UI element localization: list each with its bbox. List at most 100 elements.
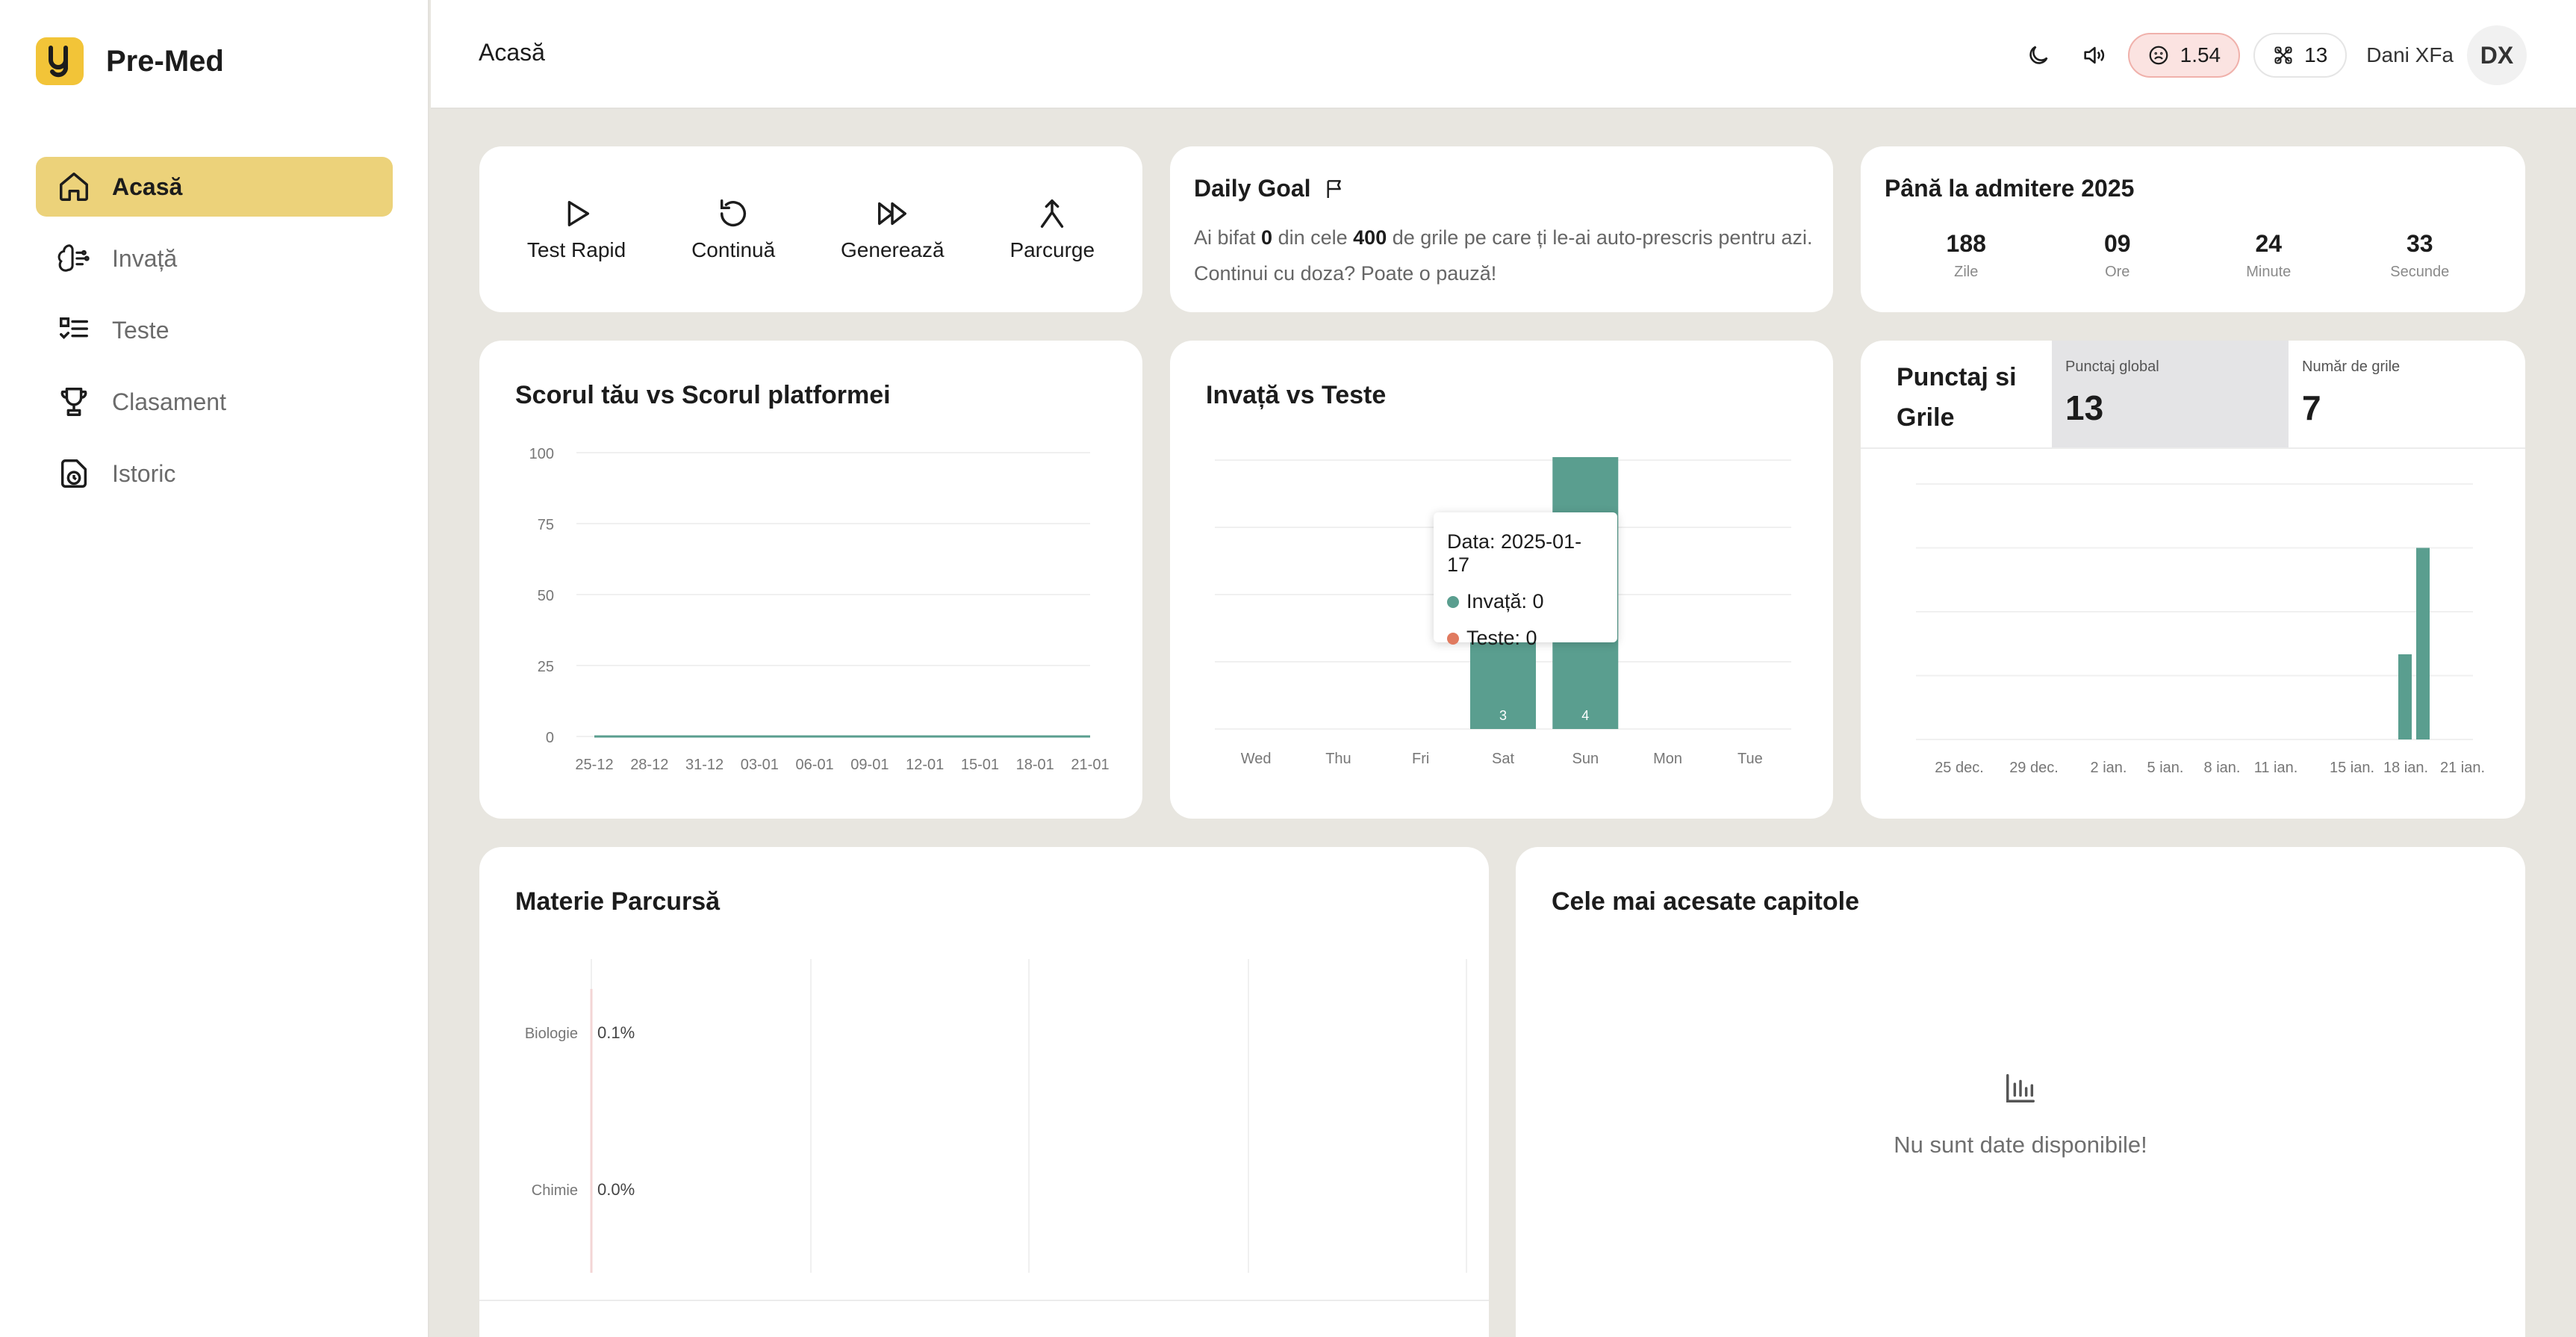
merge-icon <box>1041 199 1064 228</box>
x-tick-label: 21-01 <box>1071 757 1109 773</box>
countdown-card: Până la admitere 2025 188 Zile 09 Ore 24 Mi… <box>1861 146 2525 312</box>
score-value: 1.54 <box>2180 43 2221 66</box>
count-value: 13 <box>2304 43 2328 66</box>
x-tick-label: Fri <box>1412 751 1429 767</box>
tests-dot-icon <box>1447 632 1459 645</box>
x-tick-label: 12-01 <box>906 757 944 773</box>
subject-hbar-chart: Biologie 0.1% Chimie 0.0% <box>525 959 1467 1273</box>
x-tick-label: 06-01 <box>796 757 834 773</box>
top-chapters-card: Cele mai acesate capitole Nu sunt date d… <box>1516 847 2525 1337</box>
home-icon <box>60 173 88 201</box>
x-tick-label: Mon <box>1653 751 1682 767</box>
topbar: Acasă 1.54 13 Dani XFa DX <box>431 0 2576 109</box>
count-badge[interactable]: 13 <box>2253 33 2348 78</box>
browse-button[interactable]: Parcurge <box>1009 196 1095 262</box>
y-tick-label: Biologie <box>525 1026 578 1042</box>
tooltip-date: Data: 2025-01-17 <box>1447 530 1582 576</box>
topbar-actions: 1.54 13 Dani XFa DX <box>2017 25 2527 85</box>
sidebar-item-tests[interactable]: Teste <box>36 300 393 360</box>
brain-icon <box>57 244 90 272</box>
y-tick-label: 75 <box>538 517 554 533</box>
x-tick-label: 25-12 <box>575 757 613 773</box>
daily-goal-title: Daily Goal <box>1194 175 1347 202</box>
x-tick-label: 8 ian. <box>2204 760 2241 776</box>
daily-goal-title-text: Daily Goal <box>1194 175 1311 202</box>
bar-value-label: 0.1% <box>597 1023 635 1042</box>
y-tick-label: 100 <box>529 446 554 462</box>
sidebar-nav: Acasă Invață Teste Clasament Istoric <box>36 157 393 515</box>
learn-dot-icon <box>1447 595 1459 608</box>
x-tick-label: 18-01 <box>1016 757 1054 773</box>
daily-goal-text: Ai bifat 0 din cele 400 de grile pe care… <box>1194 220 1814 291</box>
moon-icon[interactable] <box>2017 34 2059 76</box>
x-tick-label: 15 ian. <box>2330 760 2374 776</box>
trophy-icon <box>60 388 87 416</box>
bar-value-label: 3 <box>1499 708 1507 723</box>
history-icon <box>60 459 87 488</box>
quick-test-button[interactable]: Test Rapid <box>527 196 626 262</box>
table-divider <box>479 1300 1489 1301</box>
x-tick-label: Sat <box>1492 751 1514 767</box>
sidebar-item-label: Clasament <box>112 388 226 415</box>
x-tick-label: Tue <box>1737 751 1763 767</box>
continue-button[interactable]: Continuă <box>691 196 775 262</box>
score-badge[interactable]: 1.54 <box>2127 33 2241 78</box>
points-card: Punctaj si Grile Punctaj global 13 Număr… <box>1861 341 2525 819</box>
bar <box>2398 654 2412 739</box>
goal-text-part: Ai bifat <box>1194 226 1262 249</box>
countdown-value: 188 <box>1946 230 1986 257</box>
x-tick-label: Wed <box>1241 751 1272 767</box>
goal-text-part: din cele <box>1272 226 1354 249</box>
x-tick-label: 21 ian. <box>2440 760 2485 776</box>
x-tick-label: Sun <box>1572 751 1599 767</box>
countdown-days: 188 Zile <box>1906 230 2026 281</box>
countdown-label: Minute <box>2246 264 2292 280</box>
x-tick-label: 11 ian. <box>2254 760 2298 776</box>
bar-chart-icon <box>2006 1074 2035 1102</box>
countdown-minutes: 24 Minute <box>2209 230 2328 281</box>
goal-target: 400 <box>1353 226 1387 249</box>
empty-state: Nu sunt date disponibile! <box>1516 1071 2525 1158</box>
daily-goal-card: Daily Goal Ai bifat 0 din cele 400 de gr… <box>1170 146 1833 312</box>
countdown-value: 09 <box>2103 230 2131 257</box>
generate-button[interactable]: Generează <box>841 196 945 262</box>
sidebar-item-label: Istoric <box>112 459 176 487</box>
x-tick-label: 2 ian. <box>2091 760 2127 776</box>
countdown-label: Ore <box>2105 264 2130 280</box>
sidebar-item-ranking[interactable]: Clasament <box>36 372 393 432</box>
sidebar-item-history[interactable]: Istoric <box>36 444 393 503</box>
x-tick-label: 31-12 <box>685 757 724 773</box>
x-tick-label: 18 ian. <box>2383 760 2428 776</box>
flag-icon <box>1326 179 1341 198</box>
goal-done: 0 <box>1261 226 1273 249</box>
rotate-icon <box>721 199 747 227</box>
x-tick-label: Thu <box>1325 751 1351 767</box>
brand[interactable]: Pre-Med <box>36 37 224 85</box>
chapters-title: Cele mai acesate capitole <box>1552 887 1860 916</box>
bar <box>2416 547 2430 739</box>
quick-action-label: Generează <box>841 238 945 261</box>
bar-value-label: 4 <box>1581 708 1589 723</box>
points-bar-chart: 25 dec. 29 dec. 2 ian. 5 ian. 8 ian. 11 ian. 1… <box>1916 483 2485 776</box>
sidebar-item-label: Teste <box>112 316 169 344</box>
avatar[interactable]: DX <box>2467 25 2527 85</box>
quick-action-label: Parcurge <box>1009 238 1095 261</box>
sidebar-item-label: Acasă <box>112 173 183 200</box>
countdown-row: 188 Zile 09 Ore 24 Minute 33 Secunde <box>1891 230 2495 281</box>
x-tick-label: 15-01 <box>961 757 999 773</box>
user-name[interactable]: Dani XFa <box>2366 43 2454 67</box>
x-tick-label: 25 dec. <box>1935 760 1984 776</box>
sidebar-item-learn[interactable]: Invață <box>36 229 393 288</box>
logo-icon <box>36 37 84 85</box>
tooltip-learn: Invață: 0 <box>1466 590 1544 612</box>
tooltip-tests: Teste: 0 <box>1466 627 1537 649</box>
fast-forward-icon <box>878 202 907 226</box>
sad-face-icon <box>2149 46 2168 65</box>
sidebar-item-label: Invață <box>112 244 178 272</box>
checklist-icon <box>60 317 88 340</box>
sidebar-item-home[interactable]: Acasă <box>36 157 393 217</box>
x-tick-label: 28-12 <box>630 757 668 773</box>
score-line-chart: 0 25 50 75 100 25-12 28-12 31-12 03-01 06-01 09-01… <box>529 446 1110 773</box>
x-tick-label: 09-01 <box>850 757 889 773</box>
volume-icon[interactable] <box>2073 34 2115 76</box>
